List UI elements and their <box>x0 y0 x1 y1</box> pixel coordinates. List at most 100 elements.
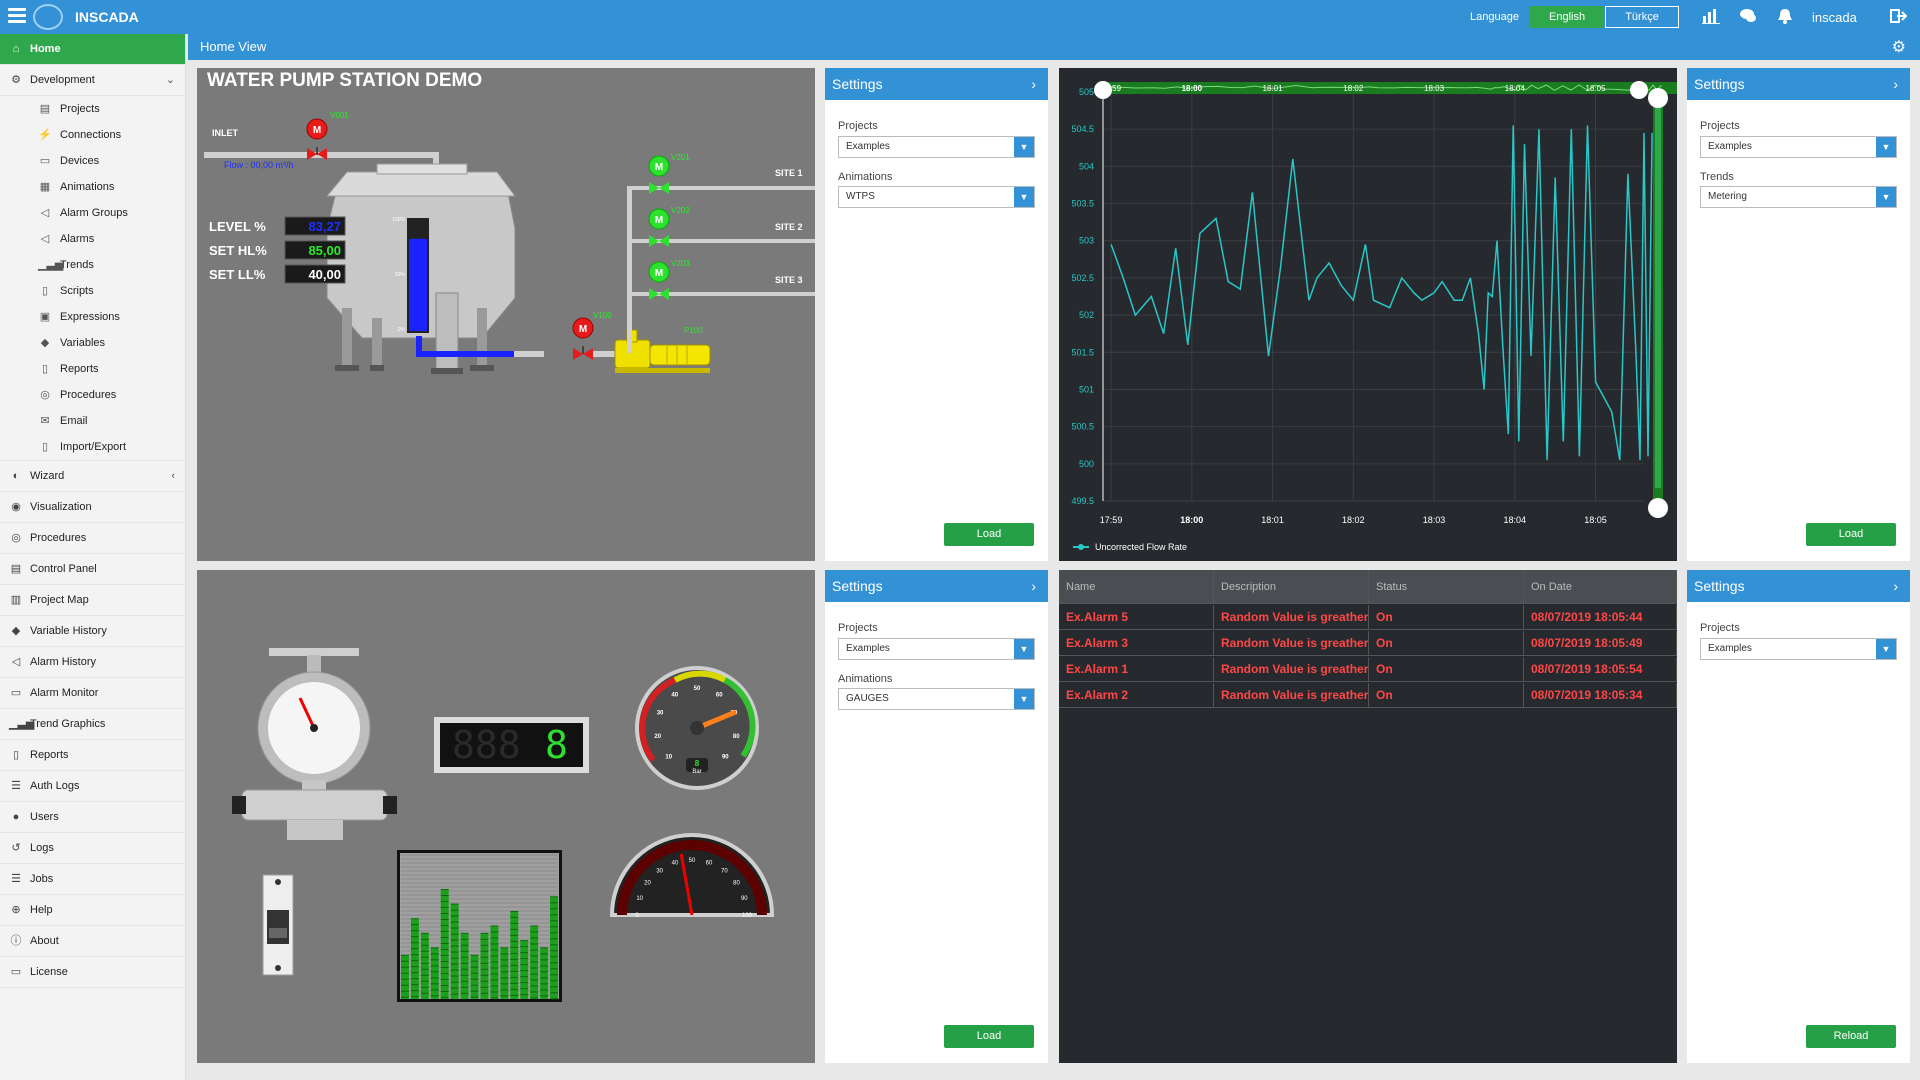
projects-select[interactable]: Examples ▼ <box>1700 638 1897 660</box>
sidebar-item-devices[interactable]: ▭ Devices <box>0 148 185 174</box>
scrollbar-top-handle[interactable] <box>1648 88 1668 108</box>
speedometer-gauge: 010203040 50 60708090100 <box>609 833 775 919</box>
reload-button[interactable]: Reload <box>1806 1025 1896 1048</box>
sidebar-item-projects[interactable]: ▤ Projects <box>0 96 185 122</box>
breadcrumb-bar: Home View ⚙ <box>188 34 1920 60</box>
sidebar-item-trends[interactable]: ▁▃▅ Trends <box>0 252 185 278</box>
settings-header[interactable]: Settings › <box>825 68 1048 100</box>
sidebar-item-expressions[interactable]: ▣ Expressions <box>0 304 185 330</box>
valve-v201-label: V201 <box>671 153 690 162</box>
sidebar-item-reports-main[interactable]: ▯ Reports <box>0 740 185 771</box>
sidebar-item-alarms[interactable]: ◁ Alarms <box>0 226 185 252</box>
target-icon: ◎ <box>11 532 21 544</box>
scrollbar-bottom-handle[interactable] <box>1648 498 1668 518</box>
sidebar-item-project-map[interactable]: ▥ Project Map <box>0 585 185 616</box>
sidebar-item-wizard[interactable]: ◐ Wizard ‹ <box>0 461 185 492</box>
sidebar-item-procedures-main[interactable]: ◎ Procedures <box>0 523 185 554</box>
valve-v100[interactable]: M <box>572 317 594 360</box>
trends-select[interactable]: Metering ▼ <box>1700 186 1897 208</box>
sidebar-item-visualization[interactable]: ◉ Visualization <box>0 492 185 523</box>
chart-legend: Uncorrected Flow Rate <box>1073 542 1187 552</box>
sidebar-item-help[interactable]: ⊕ Help <box>0 895 185 926</box>
gauge-2-tick: 30 <box>656 869 663 875</box>
sidebar-item-logs[interactable]: ↺ Logs <box>0 833 185 864</box>
hamburger-menu-icon[interactable] <box>8 8 26 24</box>
site-3-label: SITE 3 <box>775 275 803 285</box>
sidebar-item-trend-graphics[interactable]: ▁▃▅ Trend Graphics <box>0 709 185 740</box>
column-header-name[interactable]: Name <box>1059 570 1214 604</box>
valve-v203-label: V203 <box>671 259 690 268</box>
gauge-2-tick: 40 <box>672 861 679 867</box>
eye-icon: ◉ <box>11 501 21 513</box>
sidebar-item-alarm-history[interactable]: ◁ Alarm History <box>0 647 185 678</box>
tag-icon: ◆ <box>11 625 21 637</box>
vertical-scrollbar-thumb[interactable] <box>1655 98 1661 488</box>
pressure-gauge <box>232 648 397 840</box>
animations-select[interactable]: WTPS ▼ <box>838 186 1035 208</box>
sidebar-item-auth-logs[interactable]: ☰ Auth Logs <box>0 771 185 802</box>
projects-select[interactable]: Examples ▼ <box>838 638 1035 660</box>
sidebar-item-connections[interactable]: ⚡ Connections <box>0 122 185 148</box>
valve-v001[interactable]: M <box>306 118 328 160</box>
bell-icon[interactable] <box>1776 8 1794 26</box>
sidebar-item-jobs[interactable]: ☰ Jobs <box>0 864 185 895</box>
gauge-1-tick: 30 <box>657 711 664 717</box>
circuit-breaker-switch[interactable] <box>262 874 294 976</box>
load-button[interactable]: Load <box>944 523 1034 546</box>
navigator-left-handle[interactable] <box>1094 81 1112 99</box>
sidebar-item-license[interactable]: ▭ License <box>0 957 185 988</box>
sidebar-item-development[interactable]: ⚙ Development ⌄ <box>0 65 185 96</box>
chat-icon[interactable] <box>1739 8 1757 26</box>
language-turkish-button[interactable]: Türkçe <box>1605 6 1679 28</box>
site-2-label: SITE 2 <box>775 222 803 232</box>
valve-v100-label: V100 <box>593 311 612 320</box>
trend-chart: 499.5 500 500.5 501 501.5 502 502.5 503 503.5 504… <box>1059 68 1677 561</box>
animations-select[interactable]: GAUGES ▼ <box>838 688 1035 710</box>
table-row[interactable]: Ex.Alarm 3 Random Value is greather than… <box>1059 631 1677 656</box>
sidebar-item-procedures[interactable]: ◎ Procedures <box>0 382 185 408</box>
table-row[interactable]: Ex.Alarm 5 Random Value is greather than… <box>1059 605 1677 630</box>
sidebar-item-alarm-groups[interactable]: ◁ Alarm Groups <box>0 200 185 226</box>
projects-select[interactable]: Examples ▼ <box>838 136 1035 158</box>
load-button[interactable]: Load <box>1806 523 1896 546</box>
language-label: Language <box>1470 11 1519 23</box>
lifebuoy-icon: ⊕ <box>11 904 21 916</box>
navigator-bar[interactable]: 17:5918:0018:0118:0218:0318:0418:05 <box>1094 81 1677 99</box>
load-button[interactable]: Load <box>944 1025 1034 1048</box>
level-bar <box>450 904 459 999</box>
set-hl-label: SET HL% <box>209 243 267 258</box>
sidebar-item-import-export[interactable]: ▯ Import/Export <box>0 434 185 460</box>
sidebar-item-control-panel[interactable]: ▤ Control Panel <box>0 554 185 585</box>
sidebar-item-alarm-monitor[interactable]: ▭ Alarm Monitor <box>0 678 185 709</box>
navigator-right-handle[interactable] <box>1630 81 1648 99</box>
sidebar-item-variables[interactable]: ◆ Variables <box>0 330 185 356</box>
sidebar-item-home[interactable]: ⌂ Home <box>0 34 185 65</box>
projects-select[interactable]: Examples ▼ <box>1700 136 1897 158</box>
chevron-right-icon: › <box>1893 76 1898 92</box>
column-header-description[interactable]: Description <box>1214 570 1369 604</box>
table-row[interactable]: Ex.Alarm 1 Random Value is greather than… <box>1059 657 1677 682</box>
column-header-status[interactable]: Status <box>1369 570 1524 604</box>
bar-chart-icon[interactable] <box>1702 8 1720 26</box>
sidebar-item-email[interactable]: ✉ Email <box>0 408 185 434</box>
sidebar-item-scripts[interactable]: ▯ Scripts <box>0 278 185 304</box>
username[interactable]: inscada <box>1812 10 1857 25</box>
level-bar <box>470 955 479 999</box>
valve-v202-label: V202 <box>671 206 690 215</box>
sidebar-item-animations[interactable]: ▦ Animations <box>0 174 185 200</box>
language-english-button[interactable]: English <box>1530 6 1605 28</box>
sidebar-item-reports[interactable]: ▯ Reports <box>0 356 185 382</box>
column-header-on-date[interactable]: On Date <box>1524 570 1677 604</box>
logout-icon[interactable] <box>1890 8 1908 26</box>
sidebar-item-variable-history[interactable]: ◆ Variable History <box>0 616 185 647</box>
settings-header[interactable]: Settings › <box>1687 68 1910 100</box>
gear-icon[interactable]: ⚙ <box>1892 37 1906 57</box>
settings-header[interactable]: Settings › <box>1687 570 1910 602</box>
sidebar-item-about[interactable]: ⓘ About <box>0 926 185 957</box>
settings-header[interactable]: Settings › <box>825 570 1048 602</box>
y-tick-label: 502 <box>1079 310 1094 320</box>
sidebar-item-users[interactable]: ● Users <box>0 802 185 833</box>
table-row[interactable]: Ex.Alarm 2 Random Value is greather than… <box>1059 683 1677 708</box>
svg-text:50%: 50% <box>395 272 406 278</box>
pump-p100-label: P100 <box>684 326 703 335</box>
